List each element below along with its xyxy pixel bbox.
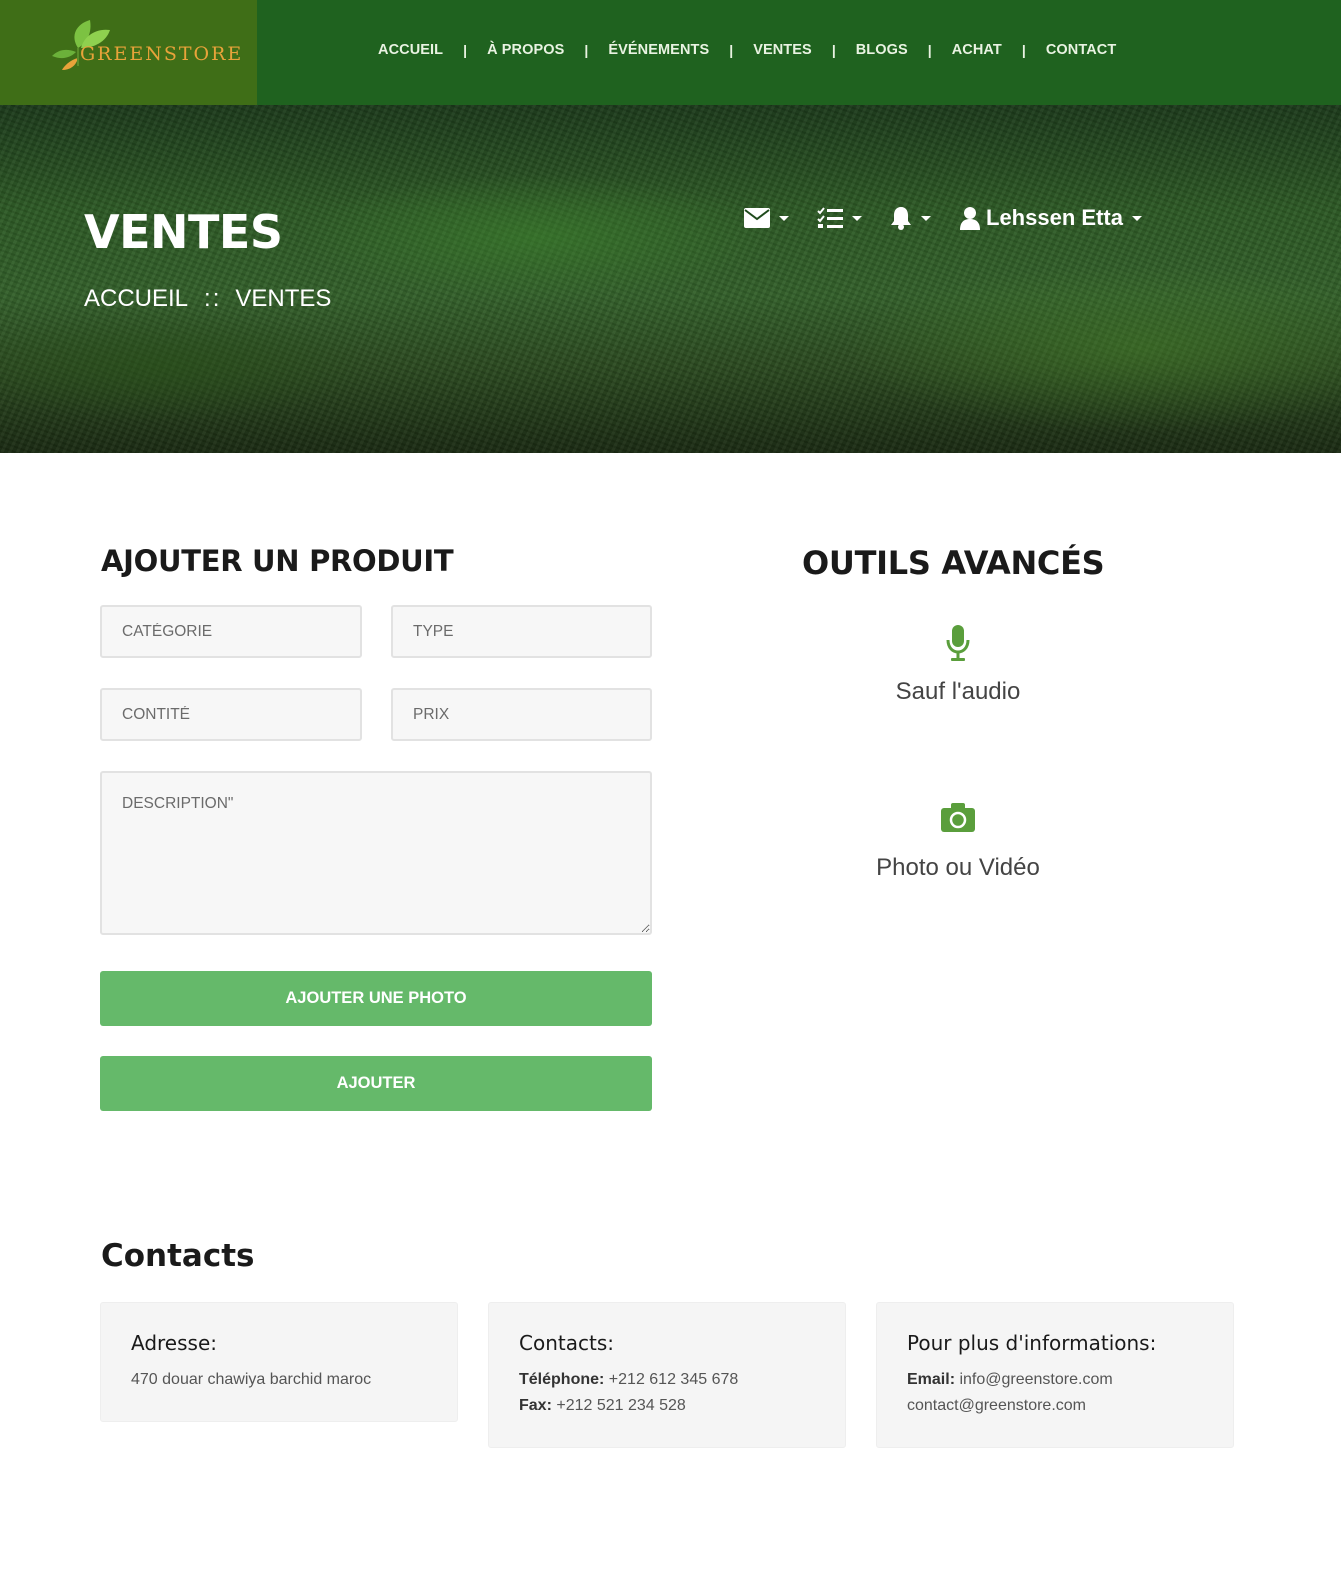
fax-label: Fax: xyxy=(519,1397,552,1414)
tasks-dropdown[interactable] xyxy=(817,207,862,229)
camera-icon xyxy=(941,803,975,832)
nav-separator: | xyxy=(1021,42,1026,58)
category-field[interactable] xyxy=(100,605,362,658)
add-product-title: AJOUTER UN PRODUIT xyxy=(101,544,454,578)
phone-card-title: Contacts: xyxy=(519,1331,614,1355)
info-card: Pour plus d'informations: Email: info@gr… xyxy=(876,1302,1234,1448)
envelope-icon xyxy=(744,208,770,228)
nav-separator: | xyxy=(729,42,734,58)
chevron-down-icon xyxy=(779,215,789,221)
info-card-title: Pour plus d'informations: xyxy=(907,1331,1157,1355)
phone-card: Contacts: Téléphone: +212 612 345 678 Fa… xyxy=(488,1302,846,1448)
phone-line: Téléphone: +212 612 345 678 xyxy=(519,1367,815,1393)
chevron-down-icon xyxy=(921,215,931,221)
audio-tool[interactable]: Sauf l'audio xyxy=(808,624,1108,706)
price-field[interactable] xyxy=(391,688,652,741)
fax-line: Fax: +212 521 234 528 xyxy=(519,1393,815,1419)
chevron-down-icon xyxy=(1131,215,1142,221)
advanced-tools-title: OUTILS AVANCÉS xyxy=(802,544,1105,582)
type-field[interactable] xyxy=(391,605,652,658)
nav-link-ventes[interactable]: VENTES xyxy=(753,42,812,58)
messages-dropdown[interactable] xyxy=(744,208,789,228)
quantity-field[interactable] xyxy=(100,688,362,741)
breadcrumb: ACCUEIL :: VENTES xyxy=(84,285,331,313)
hero-banner: VENTES ACCUEIL :: VENTES Lehssen Etta xyxy=(0,105,1341,453)
email-label: Email: xyxy=(907,1371,956,1388)
notifications-dropdown[interactable] xyxy=(890,206,931,230)
address-card-title: Adresse: xyxy=(131,1331,217,1355)
nav-link-accueil[interactable]: ACCUEIL xyxy=(378,42,443,58)
nav-separator: | xyxy=(927,42,932,58)
nav-separator: | xyxy=(584,42,589,58)
address-card: Adresse: 470 douar chawiya barchid maroc xyxy=(100,1302,458,1422)
email-line: Email: info@greenstore.com xyxy=(907,1367,1203,1393)
add-product-button[interactable]: AJOUTER xyxy=(100,1056,652,1111)
chevron-down-icon xyxy=(852,215,862,221)
nav-separator: | xyxy=(831,42,836,58)
tasks-icon xyxy=(817,207,843,228)
breadcrumb-separator: :: xyxy=(204,285,222,312)
user-icon xyxy=(960,207,980,230)
description-textarea[interactable] xyxy=(100,771,652,935)
nav-link-evenements[interactable]: ÉVÉNEMENTS xyxy=(608,42,709,58)
phone-value: +212 612 345 678 xyxy=(608,1371,739,1388)
add-photo-button[interactable]: AJOUTER UNE PHOTO xyxy=(100,971,652,1026)
fax-value: +212 521 234 528 xyxy=(556,1397,686,1414)
nav-link-achat[interactable]: ACHAT xyxy=(952,42,1002,58)
nav-link-contact[interactable]: CONTACT xyxy=(1046,42,1117,58)
breadcrumb-current: VENTES xyxy=(235,285,332,312)
user-name: Lehssen Etta xyxy=(986,205,1123,230)
email2-link[interactable]: contact@greenstore.com xyxy=(907,1397,1086,1414)
breadcrumb-home-link[interactable]: ACCUEIL xyxy=(84,285,188,313)
main-nav: ACCUEIL | À PROPOS | ÉVÉNEMENTS | VENTES… xyxy=(378,42,1116,58)
email2-line: contact@greenstore.com xyxy=(907,1393,1203,1419)
microphone-icon xyxy=(946,625,970,661)
media-tool-label: Photo ou Vidéo xyxy=(876,854,1040,881)
phone-label: Téléphone: xyxy=(519,1371,605,1388)
user-menu-dropdown[interactable]: Lehssen Etta xyxy=(959,205,1142,231)
contacts-title: Contacts xyxy=(101,1238,255,1274)
nav-link-a-propos[interactable]: À PROPOS xyxy=(487,42,564,58)
nav-separator: | xyxy=(463,42,468,58)
bell-icon xyxy=(891,207,911,230)
audio-tool-label: Sauf l'audio xyxy=(895,678,1021,705)
media-tool[interactable]: Photo ou Vidéo xyxy=(808,802,1108,882)
email-link[interactable]: info@greenstore.com xyxy=(959,1371,1112,1388)
logo-container[interactable]: GREENSTORE xyxy=(0,0,257,105)
brand-name: GREENSTORE xyxy=(80,43,244,65)
nav-link-blogs[interactable]: BLOGS xyxy=(856,42,908,58)
page-title: VENTES xyxy=(84,205,283,259)
top-navbar: GREENSTORE ACCUEIL | À PROPOS | ÉVÉNEMEN… xyxy=(0,0,1341,105)
user-toolbar: Lehssen Etta xyxy=(744,205,1170,231)
address-text: 470 douar chawiya barchid maroc xyxy=(131,1371,372,1388)
